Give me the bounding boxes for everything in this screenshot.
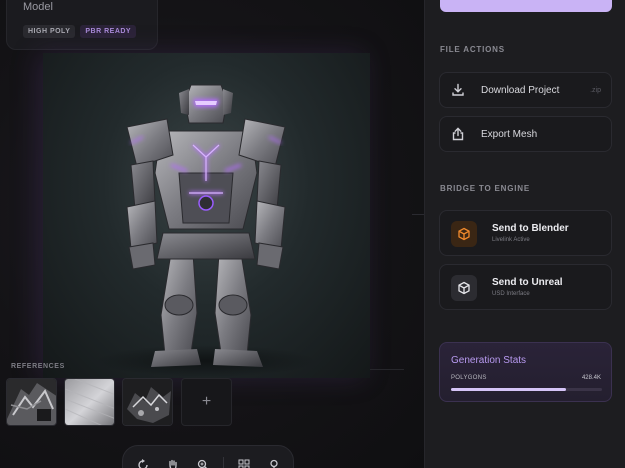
download-project-button[interactable]: Download Project .zip <box>439 72 612 108</box>
robot-render-image <box>96 84 316 377</box>
download-extension: .zip <box>590 86 601 94</box>
primary-action-button[interactable] <box>440 0 612 12</box>
right-sidebar: FILE ACTIONS Download Project .zip Expor… <box>424 0 625 468</box>
share-icon <box>451 127 465 141</box>
grid-icon[interactable] <box>234 455 254 468</box>
unreal-cube-icon <box>451 275 477 301</box>
send-to-unreal-label: Send to Unreal <box>492 277 563 288</box>
reference-thumbnail-2[interactable] <box>64 378 115 426</box>
download-project-label: Download Project <box>481 84 560 96</box>
polygons-progress-track <box>451 388 602 391</box>
model-render-preview[interactable] <box>43 53 370 378</box>
references-label: REFERENCES <box>11 363 65 370</box>
polygons-label: POLYGONS <box>451 375 487 381</box>
rotate-icon[interactable] <box>133 455 153 468</box>
toolbar-separator <box>223 457 224 468</box>
file-actions-label: FILE ACTIONS <box>440 45 505 54</box>
badge-high-poly: HIGH POLY <box>23 25 76 38</box>
plus-icon: + <box>201 393 212 410</box>
viewport-edge-line <box>412 214 424 215</box>
zoom-icon[interactable] <box>193 455 213 468</box>
model-info-card: Model HIGH POLY PBR READY <box>6 0 158 50</box>
send-to-blender-label: Send to Blender <box>492 223 569 234</box>
export-mesh-button[interactable]: Export Mesh <box>439 116 612 152</box>
send-to-unreal-button[interactable]: Send to Unreal USD Interface <box>439 264 612 310</box>
export-mesh-label: Export Mesh <box>481 128 538 140</box>
bridge-to-engine-label: BRIDGE TO ENGINE <box>440 184 530 193</box>
reference-thumbnail-1[interactable] <box>6 378 57 426</box>
reference-thumbnail-3[interactable] <box>122 378 173 426</box>
references-divider <box>370 369 404 370</box>
blender-cube-icon <box>451 221 477 247</box>
unreal-status: USD Interface <box>492 291 530 297</box>
send-to-blender-button[interactable]: Send to Blender Livelink Active <box>439 210 612 256</box>
viewport-toolbar <box>122 445 294 468</box>
add-reference-button[interactable]: + <box>181 378 232 426</box>
generation-stats-title: Generation Stats <box>451 355 527 366</box>
model-badges: HIGH POLY PBR READY <box>23 25 137 38</box>
badge-pbr-ready: PBR READY <box>80 25 137 38</box>
polygons-value: 428.4K <box>581 375 601 381</box>
pan-hand-icon[interactable] <box>163 455 183 468</box>
polygons-progress-fill <box>451 388 566 391</box>
blender-status: Livelink Active <box>492 237 530 243</box>
model-card-title: Model <box>23 1 53 13</box>
generation-stats-panel: Generation Stats POLYGONS 428.4K <box>439 342 612 402</box>
download-icon <box>451 83 465 97</box>
pin-icon[interactable] <box>264 455 284 468</box>
viewport: Model HIGH POLY PBR READY REFERENCES + <box>0 0 424 468</box>
